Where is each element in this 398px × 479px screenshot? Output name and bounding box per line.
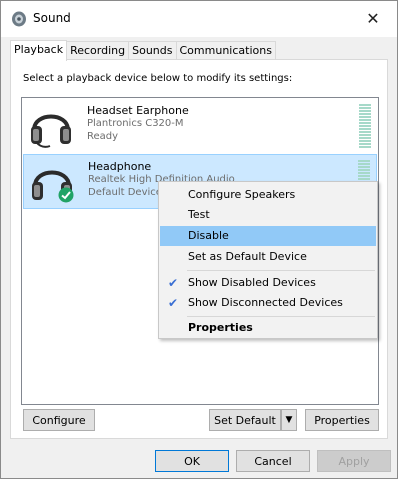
menu-item-set-default-device[interactable]: Set as Default Device (160, 247, 376, 267)
default-checkmark-icon (58, 187, 74, 203)
tab-strip: Playback Recording Sounds Communications (10, 40, 276, 61)
dropdown-arrow-icon: ▼ (285, 415, 293, 425)
menu-separator (187, 270, 375, 271)
properties-button[interactable]: Properties (305, 409, 379, 431)
menu-item-show-disconnected-devices[interactable]: ✔ Show Disconnected Devices (160, 293, 376, 313)
speaker-icon (12, 11, 26, 27)
device-name: Headphone (88, 160, 152, 173)
checkmark-icon: ✔ (168, 276, 179, 290)
cancel-button[interactable]: Cancel (236, 450, 310, 472)
tab-sounds[interactable]: Sounds (128, 41, 177, 60)
device-item-headset-earphone[interactable]: Headset Earphone Plantronics C320-M Read… (23, 99, 377, 154)
menu-item-properties[interactable]: Properties (160, 318, 376, 338)
window-title: Sound (33, 11, 71, 25)
close-icon: ✕ (366, 8, 380, 28)
close-button[interactable]: ✕ (351, 1, 395, 35)
tab-playback[interactable]: Playback (10, 40, 68, 61)
menu-item-disable[interactable]: Disable (160, 226, 376, 246)
device-driver: Plantronics C320-M (87, 118, 184, 129)
apply-button[interactable]: Apply (317, 450, 391, 472)
volume-meter (359, 104, 371, 148)
menu-item-configure-speakers[interactable]: Configure Speakers (160, 185, 376, 205)
context-menu: Configure Speakers Test Disable Set as D… (158, 181, 378, 339)
configure-button[interactable]: Configure (23, 409, 95, 431)
menu-item-test[interactable]: Test (160, 205, 376, 225)
headphone-icon (31, 114, 71, 148)
menu-separator (187, 316, 375, 317)
set-default-button[interactable]: Set Default (209, 409, 281, 431)
instruction-text: Select a playback device below to modify… (23, 73, 293, 84)
device-name: Headset Earphone (87, 104, 189, 117)
checkmark-icon: ✔ (168, 296, 179, 310)
tab-communications[interactable]: Communications (175, 41, 276, 60)
set-default-dropdown-button[interactable]: ▼ (281, 409, 297, 431)
ok-button[interactable]: OK (155, 450, 229, 472)
device-status: Ready (87, 131, 119, 142)
title-bar: Sound ✕ (1, 1, 397, 37)
menu-item-show-disabled-devices[interactable]: ✔ Show Disabled Devices (160, 273, 376, 293)
device-status: Default Device (88, 187, 162, 198)
tab-recording[interactable]: Recording (66, 41, 130, 60)
